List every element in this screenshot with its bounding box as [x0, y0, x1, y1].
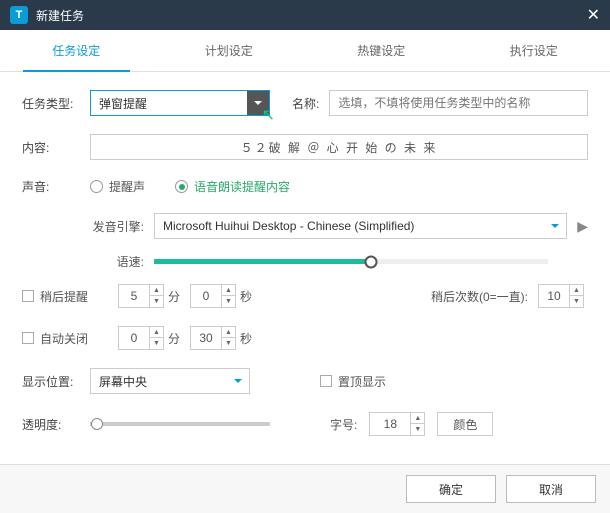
spin-up-icon[interactable]: ▲ — [150, 285, 163, 296]
ok-button[interactable]: 确定 — [406, 475, 496, 503]
form-body: 任务类型: 弹窗提醒 ↖ 名称: 内容: 声音: 提醒声 语音朗读提醒内容 发音… — [0, 72, 610, 464]
later-min-spinner[interactable]: 5▲▼ — [118, 284, 164, 308]
opacity-slider[interactable] — [90, 422, 270, 426]
engine-value: Microsoft Huihui Desktop - Chinese (Simp… — [155, 219, 544, 233]
tab-plan[interactable]: 计划设定 — [153, 30, 306, 71]
spin-up-icon[interactable]: ▲ — [150, 327, 163, 338]
spin-down-icon[interactable]: ▼ — [222, 338, 235, 349]
slider-thumb[interactable] — [91, 418, 103, 430]
name-input[interactable] — [329, 90, 588, 116]
engine-label: 发音引擎: — [90, 218, 154, 235]
font-size-spinner[interactable]: 18▲▼ — [369, 412, 425, 436]
later-count-label: 稍后次数(0=一直): — [431, 288, 528, 305]
type-dropdown[interactable]: 弹窗提醒 ↖ — [90, 90, 270, 116]
spin-up-icon[interactable]: ▲ — [222, 327, 235, 338]
speed-label: 语速: — [90, 253, 154, 270]
cancel-button[interactable]: 取消 — [506, 475, 596, 503]
spin-up-icon[interactable]: ▲ — [411, 413, 424, 424]
speed-slider[interactable] — [154, 259, 548, 264]
spin-down-icon[interactable]: ▼ — [570, 296, 583, 307]
autoclose-checkbox[interactable]: 自动关闭 — [22, 330, 102, 347]
chevron-down-icon[interactable] — [227, 369, 249, 393]
spin-down-icon[interactable]: ▼ — [222, 296, 235, 307]
window-title: 新建任务 — [36, 7, 587, 24]
tab-bar: 任务设定 计划设定 热键设定 执行设定 — [0, 30, 610, 72]
later-count-spinner[interactable]: 10▲▼ — [538, 284, 584, 308]
autoclose-sec-spinner[interactable]: 30▲▼ — [190, 326, 236, 350]
spin-down-icon[interactable]: ▼ — [150, 296, 163, 307]
close-icon[interactable]: ✕ — [587, 5, 600, 25]
autoclose-min-spinner[interactable]: 0▲▼ — [118, 326, 164, 350]
type-value: 弹窗提醒 — [91, 95, 247, 112]
chevron-down-icon[interactable] — [544, 221, 566, 232]
opacity-label: 透明度: — [22, 416, 90, 433]
spin-up-icon[interactable]: ▲ — [570, 285, 583, 296]
tab-task[interactable]: 任务设定 — [0, 30, 153, 71]
position-value: 屏幕中央 — [91, 373, 227, 390]
tab-hotkey[interactable]: 热键设定 — [305, 30, 458, 71]
topmost-checkbox[interactable]: 置顶显示 — [320, 373, 386, 390]
slider-thumb[interactable] — [364, 255, 377, 268]
sound-label: 声音: — [22, 178, 90, 195]
app-logo-icon: T — [10, 6, 28, 24]
color-button[interactable]: 颜色 — [437, 412, 493, 436]
chevron-down-icon[interactable] — [247, 91, 269, 115]
tab-exec[interactable]: 执行设定 — [458, 30, 610, 71]
position-dropdown[interactable]: 屏幕中央 — [90, 368, 250, 394]
spin-up-icon[interactable]: ▲ — [222, 285, 235, 296]
type-label: 任务类型: — [22, 95, 90, 112]
titlebar: T 新建任务 ✕ — [0, 0, 610, 30]
later-sec-spinner[interactable]: 0▲▼ — [190, 284, 236, 308]
spin-down-icon[interactable]: ▼ — [411, 424, 424, 435]
name-label: 名称: — [292, 95, 319, 112]
engine-dropdown[interactable]: Microsoft Huihui Desktop - Chinese (Simp… — [154, 213, 567, 239]
dialog-buttons: 确定 取消 — [0, 464, 610, 513]
play-icon[interactable]: ▶ — [577, 218, 588, 235]
spin-down-icon[interactable]: ▼ — [150, 338, 163, 349]
font-label: 字号: — [330, 416, 357, 433]
position-label: 显示位置: — [22, 373, 90, 390]
content-input[interactable] — [90, 134, 588, 160]
later-checkbox[interactable]: 稍后提醒 — [22, 288, 102, 305]
content-label: 内容: — [22, 139, 90, 156]
radio-beep[interactable]: 提醒声 — [90, 178, 145, 195]
radio-tts[interactable]: 语音朗读提醒内容 — [175, 178, 290, 195]
